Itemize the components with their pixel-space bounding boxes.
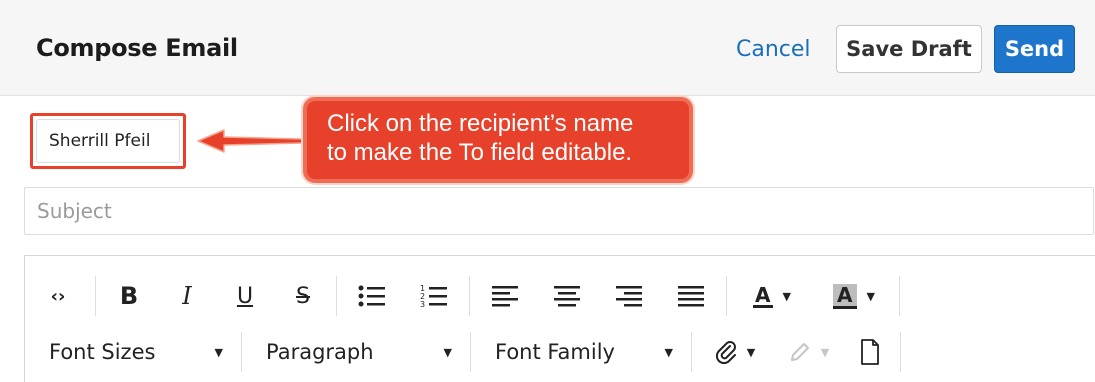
source-code-button[interactable]: ‹› <box>25 276 91 316</box>
page-title: Compose Email <box>36 34 238 62</box>
paragraph-dropdown[interactable]: Paragraph ▼ <box>246 332 466 372</box>
rich-text-editor: ‹› B I U S 1 2 3 A ▼ A ▼ Font Sizes ▼ Pa… <box>24 255 1095 382</box>
align-right-icon <box>616 286 642 307</box>
italic-icon: I <box>182 282 192 310</box>
chevron-down-icon: ▼ <box>782 289 791 303</box>
justify-icon <box>678 286 704 307</box>
align-center-button[interactable] <box>536 276 598 316</box>
toolbar-divider <box>469 276 470 316</box>
align-left-button[interactable] <box>474 276 536 316</box>
document-icon <box>861 339 879 365</box>
toolbar-divider <box>900 332 901 372</box>
toolbar-divider <box>691 332 692 372</box>
toolbar-divider <box>241 332 242 372</box>
attachment-button[interactable]: ▼ <box>696 332 774 372</box>
toolbar-divider <box>336 276 337 316</box>
bold-icon: B <box>119 282 139 310</box>
toolbar-divider <box>470 332 471 372</box>
align-right-button[interactable] <box>598 276 660 316</box>
chevron-down-icon: ▼ <box>866 289 875 303</box>
numbered-list-icon: 1 2 3 <box>420 284 447 309</box>
font-family-dropdown[interactable]: Font Family ▼ <box>475 332 687 372</box>
annotation-callout: Click on the recipient’s name to make th… <box>303 97 693 183</box>
font-sizes-label: Font Sizes <box>49 340 156 364</box>
recipient-pill[interactable]: Sherrill Pfeil <box>36 119 180 163</box>
chevron-down-icon: ▼ <box>214 345 223 359</box>
toolbar-divider <box>899 276 900 316</box>
chevron-down-icon: ▼ <box>664 345 673 359</box>
toolbar-divider <box>726 276 727 316</box>
toolbar-divider <box>95 276 96 316</box>
template-button[interactable] <box>844 332 896 372</box>
underline-icon: U <box>236 283 254 309</box>
signature-button[interactable]: ▼ <box>774 332 844 372</box>
toolbar-row-fonts: Font Sizes ▼ Paragraph ▼ Font Family ▼ ▼… <box>25 324 905 380</box>
paperclip-icon <box>715 341 736 364</box>
bulleted-list-icon <box>358 285 385 307</box>
align-center-icon <box>554 286 580 307</box>
send-button[interactable]: Send <box>994 25 1075 73</box>
bold-button[interactable]: B <box>100 276 158 316</box>
save-draft-button[interactable]: Save Draft <box>836 25 982 73</box>
compose-header: Compose Email Cancel Save Draft Send <box>0 0 1095 96</box>
italic-button[interactable]: I <box>158 276 216 316</box>
background-color-button[interactable]: A ▼ <box>813 276 895 316</box>
justify-button[interactable] <box>660 276 722 316</box>
callout-text: Click on the recipient’s name to make th… <box>327 110 634 166</box>
strikethrough-icon: S <box>296 283 310 309</box>
bulleted-list-button[interactable] <box>341 276 403 316</box>
svg-text:3: 3 <box>420 300 425 309</box>
chevron-down-icon: ▼ <box>820 345 830 359</box>
background-color-icon: A <box>833 283 857 309</box>
numbered-list-button[interactable]: 1 2 3 <box>403 276 465 316</box>
chevron-down-icon: ▼ <box>443 345 452 359</box>
underline-button[interactable]: U <box>216 276 274 316</box>
text-color-icon: A <box>753 282 773 308</box>
font-sizes-dropdown[interactable]: Font Sizes ▼ <box>25 332 237 372</box>
toolbar-row-formatting: ‹› B I U S 1 2 3 A ▼ A ▼ <box>25 268 904 324</box>
subject-input[interactable] <box>24 187 1094 235</box>
align-left-icon <box>492 286 518 307</box>
paragraph-label: Paragraph <box>266 340 374 364</box>
pencil-icon <box>790 343 809 361</box>
text-color-button[interactable]: A ▼ <box>731 276 813 316</box>
chevron-down-icon: ▼ <box>746 345 756 359</box>
strikethrough-button[interactable]: S <box>274 276 332 316</box>
source-code-icon: ‹› <box>50 285 66 307</box>
cancel-button[interactable]: Cancel <box>730 33 817 67</box>
font-family-label: Font Family <box>495 340 615 364</box>
annotation-arrow-icon <box>197 129 303 153</box>
